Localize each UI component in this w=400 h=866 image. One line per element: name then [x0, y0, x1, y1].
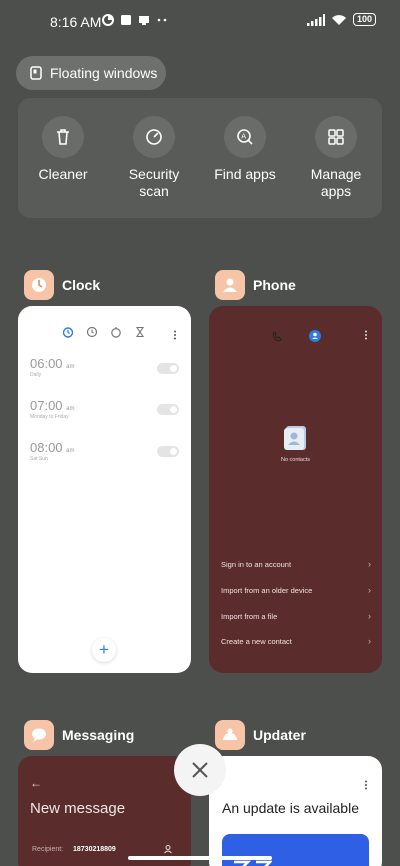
home-indicator[interactable]: [128, 856, 272, 860]
floating-window-icon: [30, 66, 42, 80]
close-icon: [192, 762, 208, 778]
svg-text:A: A: [241, 133, 246, 141]
sign-in-account-item[interactable]: Sign in to an account ›: [221, 559, 371, 569]
stopwatch-icon: [111, 327, 121, 338]
create-contact-item[interactable]: Create a new contact ›: [221, 636, 371, 646]
battery-icon: 100: [352, 13, 376, 26]
signal-icon: [306, 13, 325, 26]
phone-app-header[interactable]: Phone: [215, 270, 296, 300]
clock-tabs: [62, 326, 146, 338]
clock-app-icon: [24, 270, 54, 300]
more-dots-icon: [157, 18, 167, 22]
chevron-right-icon: ›: [368, 559, 371, 569]
chevron-right-icon: ›: [368, 611, 371, 621]
messaging-app-icon: [24, 720, 54, 750]
floating-windows-label: Floating windows: [50, 65, 158, 81]
status-time: 8:16 AM: [50, 14, 102, 30]
manage-apps-label: Manage apps: [310, 166, 362, 199]
phone-recents-icon: [272, 331, 282, 342]
contacts-empty-icon: [284, 426, 306, 450]
phone-app-icon: [215, 270, 245, 300]
close-all-button[interactable]: [174, 744, 226, 796]
security-scan-tool[interactable]: Security scan: [109, 116, 199, 200]
updater-app-card[interactable]: An update is available: [209, 756, 382, 866]
alarm-item[interactable]: 07:00 am Monday to Friday: [30, 398, 75, 420]
updater-app-name: Updater: [253, 727, 306, 743]
clock-app-name: Clock: [62, 277, 101, 293]
contacts-tab-icon: [309, 330, 321, 342]
back-arrow-icon[interactable]: ←: [30, 776, 42, 790]
security-icon: [146, 129, 162, 145]
phone-app-card[interactable]: No contacts Sign in to an account › Impor…: [209, 306, 382, 673]
messaging-app-card[interactable]: ← New message Recipient: 18730218809: [18, 756, 191, 866]
data-saver-icon: [102, 14, 114, 26]
update-banner-logo-icon: [234, 860, 272, 866]
trash-icon: [57, 129, 69, 145]
alarm-toggle[interactable]: [157, 363, 179, 374]
download-icon: [139, 16, 149, 25]
no-contacts-text: No contacts: [280, 457, 311, 463]
wifi-icon: [331, 14, 346, 25]
recipient-value[interactable]: 18730218809: [73, 846, 116, 853]
clock-more-icon[interactable]: [173, 330, 177, 340]
find-apps-tool[interactable]: A Find apps: [200, 116, 290, 183]
find-apps-icon: A: [237, 129, 253, 145]
chevron-right-icon: ›: [368, 585, 371, 595]
manage-apps-tool[interactable]: Manage apps: [291, 116, 381, 200]
quick-tools-panel: Cleaner Security scan A Find apps Manage…: [18, 98, 382, 218]
chevron-right-icon: ›: [368, 636, 371, 646]
alarm-icon: [62, 327, 74, 338]
phone-app-name: Phone: [253, 277, 296, 293]
timer-icon: [135, 326, 145, 338]
alarm-toggle[interactable]: [157, 404, 179, 415]
add-alarm-button[interactable]: +: [92, 638, 116, 662]
alarm-toggle[interactable]: [157, 446, 179, 457]
status-notification-icons: [102, 14, 168, 26]
grid-icon: [328, 129, 344, 145]
updater-more-icon[interactable]: [364, 780, 368, 790]
floating-windows-button[interactable]: Floating windows: [16, 56, 166, 90]
messaging-app-name: Messaging: [62, 727, 135, 743]
alarm-item[interactable]: 08:00 am Sat Sun: [30, 440, 75, 462]
updater-app-icon: [215, 720, 245, 750]
contact-picker-icon[interactable]: [163, 844, 173, 854]
cleaner-label: Cleaner: [38, 166, 88, 182]
new-message-title: New message: [30, 800, 126, 817]
find-apps-label: Find apps: [214, 166, 276, 182]
recipient-label: Recipient:: [32, 846, 64, 853]
updater-app-header[interactable]: Updater: [215, 720, 306, 750]
update-available-title: An update is available: [222, 800, 359, 816]
update-banner: [222, 834, 369, 866]
cleaner-tool[interactable]: Cleaner: [18, 116, 108, 183]
clock-app-card[interactable]: 06:00 am Daily 07:00 am Monday to Friday…: [18, 306, 191, 673]
import-older-device-item[interactable]: Import from an older device ›: [221, 585, 371, 595]
import-file-item[interactable]: Import from a file ›: [221, 611, 371, 621]
status-bar: 8:16 AM 100: [0, 0, 400, 44]
notification-square-icon: [121, 15, 131, 25]
alarm-item[interactable]: 06:00 am Daily: [30, 356, 75, 378]
messaging-app-header[interactable]: Messaging: [24, 720, 134, 750]
phone-more-icon[interactable]: [364, 330, 368, 340]
world-clock-icon: [86, 326, 98, 338]
security-scan-label: Security scan: [128, 166, 180, 199]
clock-app-header[interactable]: Clock: [24, 270, 100, 300]
